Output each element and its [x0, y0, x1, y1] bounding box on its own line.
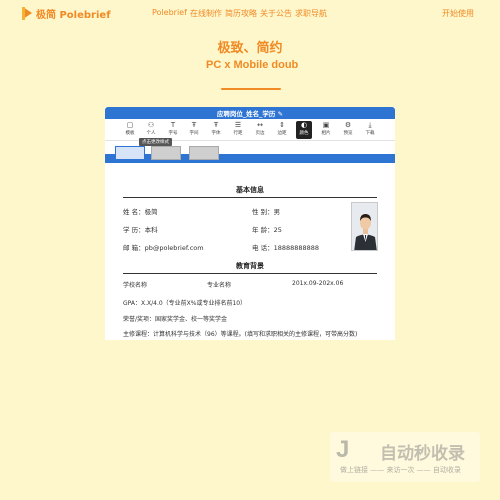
resume-editor-preview: 应聘岗位_姓名_学历 ✎ ▢ 模板 ⚇ 个人 T 字号 Ŧ 字间 Ŧ 字体 ☰ … — [105, 107, 395, 340]
tool-label: 字号 — [168, 131, 178, 136]
font-size-icon: T — [170, 121, 176, 129]
nav-link-job-navigation[interactable]: 求职导航 — [295, 8, 327, 19]
section-basic-info: 基本信息 — [123, 185, 377, 198]
tool-font-family[interactable]: Ŧ 字体 — [208, 121, 224, 139]
resume-filename[interactable]: 应聘岗位_姓名_学历 ✎ — [105, 108, 395, 118]
tool-person[interactable]: ⚇ 个人 — [143, 121, 159, 139]
tool-download[interactable]: ⤓ 下载 — [362, 121, 378, 139]
hero-title: 极致、简约 — [217, 41, 283, 56]
tool-font-size[interactable]: T 字号 — [165, 121, 181, 139]
watermark-text: 自动秒收录 — [380, 444, 465, 464]
watermark: J 自动秒收录 做上链接 —— 来访一次 —— 自动收录 — [330, 432, 480, 482]
start-button[interactable]: 开始使用 — [442, 8, 474, 19]
field-phone[interactable]: 电 话：18888888888 — [252, 242, 319, 252]
field-education[interactable]: 学 历：本科 — [123, 224, 158, 234]
logo[interactable]: 极简 Polebrief — [22, 6, 111, 21]
style-thumbnail[interactable] — [151, 146, 181, 160]
field-name[interactable]: 姓 名：极简 — [123, 206, 158, 216]
top-nav: 极简 Polebrief Polebrief 在线制作 简历攻略 关于公告 求职… — [0, 0, 500, 26]
font-family-icon: Ŧ — [213, 121, 219, 129]
major-name[interactable]: 专业名称 — [207, 280, 231, 289]
tool-template[interactable]: ▢ 模板 — [122, 121, 138, 139]
preview-icon: ⚙ — [344, 121, 352, 129]
tool-label: 字间 — [189, 131, 199, 136]
style-thumbnail[interactable] — [115, 146, 145, 160]
tooltip: 点击更改样式 — [139, 138, 172, 146]
margin-icon: ↔ — [257, 121, 263, 129]
tool-preview[interactable]: ⚙ 预览 — [340, 121, 356, 139]
gpa-line[interactable]: GPA：X.X/4.0（专业前X%或专业排名前10） — [123, 298, 246, 307]
courses-line[interactable]: 主修课程：计算机科学与技术（96）等课程。(填写和求职相关的主修课程，可带高分数… — [123, 329, 357, 338]
tool-letter-spacing[interactable]: Ŧ 字间 — [186, 121, 202, 139]
section-education: 教育背景 — [123, 261, 377, 274]
logo-text: 极简 Polebrief — [36, 10, 111, 21]
padding-icon: ⇕ — [279, 121, 285, 129]
photo-icon: ▣ — [322, 121, 330, 129]
study-period[interactable]: 201x.09-202x.06 — [292, 280, 343, 287]
tool-label: 预览 — [343, 131, 353, 136]
field-gender[interactable]: 性 别：男 — [252, 206, 280, 216]
letter-spacing-icon: Ŧ — [191, 121, 197, 129]
tool-line-height[interactable]: ☰ 行距 — [230, 121, 246, 139]
tool-margin[interactable]: ↔ 页边 — [252, 121, 268, 139]
color-icon: ◐ — [300, 121, 308, 129]
watermark-logo: J — [336, 436, 350, 463]
person-photo-icon — [352, 203, 377, 250]
tool-label: 下载 — [365, 131, 375, 136]
tool-label: 页边 — [255, 131, 265, 136]
tool-label: 相片 — [321, 131, 331, 136]
tool-label: 边距 — [277, 131, 287, 136]
resume-header-band — [105, 154, 395, 163]
person-icon: ⚇ — [147, 121, 155, 129]
honors-line[interactable]: 荣誉/奖项：国家奖学金、校一等奖学金 — [123, 314, 227, 323]
tool-label: 模板 — [125, 131, 135, 136]
field-email[interactable]: 邮 箱：pb@polebrief.com — [123, 242, 204, 252]
download-icon: ⤓ — [368, 121, 372, 129]
avatar[interactable] — [351, 202, 378, 251]
field-age[interactable]: 年 龄：25 — [252, 224, 282, 234]
nav-link-polebrief[interactable]: Polebrief — [152, 8, 187, 17]
tool-color[interactable]: ◐ 颜色 — [296, 121, 312, 139]
nav-link-announcements[interactable]: 关于公告 — [260, 8, 292, 19]
hero-subtitle: PC x Mobile double — [206, 59, 298, 71]
tool-label: 个人 — [146, 131, 156, 136]
logo-icon — [22, 7, 33, 20]
hero-underline — [221, 88, 281, 90]
tool-photo[interactable]: ▣ 相片 — [318, 121, 334, 139]
nav-link-online-create[interactable]: 在线制作 — [190, 8, 222, 19]
tool-label: 字体 — [211, 131, 221, 136]
watermark-subtext: 做上链接 —— 来访一次 —— 自动收录 — [340, 466, 461, 474]
template-icon: ▢ — [126, 121, 134, 129]
line-height-icon: ☰ — [234, 121, 242, 129]
tool-label: 颜色 — [299, 131, 309, 136]
school-name[interactable]: 学校名称 — [123, 280, 147, 289]
tool-label: 行距 — [233, 131, 243, 136]
editor-title-bar: 应聘岗位_姓名_学历 ✎ — [105, 107, 395, 119]
style-thumbnail[interactable] — [189, 146, 219, 160]
tool-padding[interactable]: ⇕ 边距 — [274, 121, 290, 139]
nav-link-resume-guide[interactable]: 简历攻略 — [225, 8, 257, 19]
